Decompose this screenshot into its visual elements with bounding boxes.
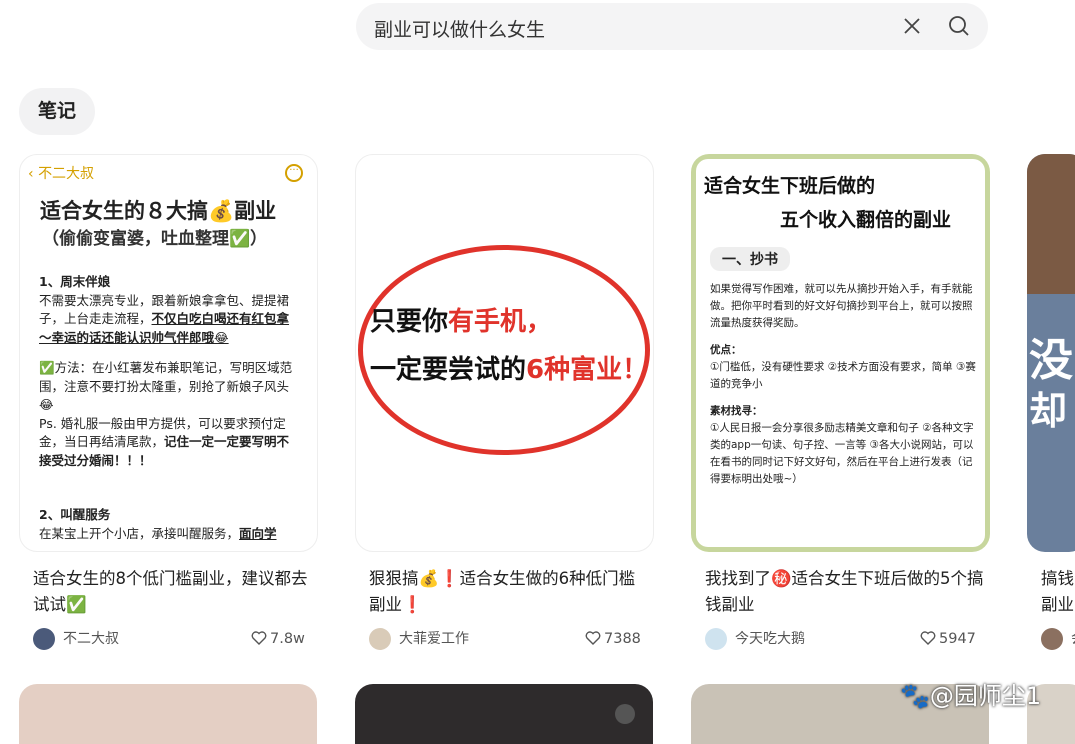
author-name: 大菲爱工作 — [399, 631, 469, 647]
heart-icon — [585, 631, 601, 645]
note-card-cover[interactable]: ‹ 不二大叔 ··· 适合女生的８大搞💰副业 （偷偷变富婆，吐血整理✅） 1、周… — [19, 154, 318, 552]
cover-heading: 适合女生的８大搞💰副业 — [40, 199, 277, 223]
avatar — [33, 628, 55, 650]
cover-emph: 面向学 — [239, 525, 277, 541]
watermark: 🐾@园师尘1 — [900, 682, 1042, 710]
like-value: 5947 — [939, 631, 976, 647]
cover-body: 1、周末伴娘 不需要太漂亮专业，跟着新娘拿拿包、提提裙子，上台走走流程，不仅白吃… — [39, 273, 301, 543]
cover-subheading: 五个收入翻倍的副业 — [780, 209, 952, 231]
section-title: 2、叫醒服务 — [39, 507, 111, 522]
cover-subheading: （偷偷变富婆，吐血整理✅） — [42, 229, 268, 249]
back-label: 不二大叔 — [38, 166, 95, 182]
avatar — [369, 628, 391, 650]
filter-tag-notes[interactable]: 笔记 — [19, 88, 95, 135]
section-title: 优点： — [710, 344, 742, 356]
close-icon[interactable] — [902, 16, 922, 36]
author[interactable]: 会 — [1041, 627, 1075, 651]
cover-line: 只要你有手机， — [370, 301, 552, 338]
cover-text: 在某宝上开个小店，承接叫醒服务， — [39, 525, 240, 541]
avatar — [705, 628, 727, 650]
note-title[interactable]: 搞钱副业 — [1041, 566, 1075, 618]
cover-body: 如果觉得写作困难，就可以先从摘抄开始入手，有手就能做。把你平时看到的好文好句摘抄… — [710, 281, 976, 494]
cover-emph: 6种富业！ — [526, 355, 649, 385]
author[interactable]: 不二大叔 — [33, 627, 119, 651]
avatar — [1041, 628, 1063, 650]
cover-text: ✅方法：在小红薯发布兼职笔记，写明区域范围，注意不要打扮太隆重，别抢了新娘子风头… — [39, 360, 293, 412]
heart-icon — [920, 631, 936, 645]
search-bar[interactable]: 副业可以做什么女生 — [356, 3, 988, 50]
cover-inner: 适合女生下班后做的 五个收入翻倍的副业 一、抄书 如果觉得写作困难，就可以先从摘… — [696, 159, 985, 547]
cover-text: 如果觉得写作困难，就可以先从摘抄开始入手，有手就能做。把你平时看到的好文好句摘抄… — [710, 283, 973, 329]
cover-text: ①人民日报一会分享很多励志精美文章和句子 ②各种文字类的app一句读、句子控、一… — [710, 422, 974, 485]
more-icon: ··· — [285, 164, 303, 182]
cover-text: ①门槛低，没有硬性要求 ②技术方面没有要求，简单 ③赛道的竞争小 — [710, 361, 976, 390]
note-title[interactable]: 狠狠搞💰❗适合女生做的6种低门槛副业❗ — [369, 566, 649, 618]
like-count[interactable]: 7.8w — [251, 627, 305, 651]
author-name: 会 — [1071, 631, 1075, 647]
cover-text: 却 — [1029, 389, 1068, 433]
note-card-cover[interactable] — [355, 684, 653, 744]
cover-text: 只要你 — [370, 307, 449, 337]
search-icon[interactable] — [948, 15, 970, 37]
cover-text: 没 — [1029, 335, 1073, 386]
section-label: 一、抄书 — [710, 247, 790, 271]
note-card-cover[interactable]: 适合女生下班后做的 五个收入翻倍的副业 一、抄书 如果觉得写作困难，就可以先从摘… — [691, 154, 990, 552]
note-title[interactable]: 适合女生的8个低门槛副业，建议都去试试✅ — [33, 566, 313, 618]
like-value: 7.8w — [270, 631, 305, 647]
cover-photo — [1027, 154, 1075, 294]
cover-text: 一定要尝试的 — [370, 355, 527, 385]
like-value: 7388 — [604, 631, 641, 647]
author[interactable]: 今天吃大鹅 — [705, 627, 805, 651]
play-icon[interactable] — [615, 704, 635, 724]
cover-emph: 有手机， — [448, 307, 553, 337]
section-title: 1、周末伴娘 — [39, 274, 111, 289]
author[interactable]: 大菲爱工作 — [369, 627, 469, 651]
author-name: 今天吃大鹅 — [735, 631, 805, 647]
heart-icon — [251, 631, 267, 645]
note-card-cover[interactable]: 没 却 — [1027, 154, 1075, 552]
note-title[interactable]: 我找到了㊙️适合女生下班后做的5个搞钱副业 — [705, 566, 985, 618]
cover-line: 一定要尝试的6种富业！ — [370, 349, 648, 386]
cover-heading: 适合女生下班后做的 — [704, 175, 876, 197]
back-link: ‹ 不二大叔 — [28, 166, 95, 182]
like-count[interactable]: 5947 — [920, 627, 976, 651]
section-title: 素材找寻： — [710, 405, 763, 417]
search-input[interactable]: 副业可以做什么女生 — [374, 15, 545, 42]
author-name: 不二大叔 — [63, 631, 119, 647]
like-count[interactable]: 7388 — [585, 627, 641, 651]
note-card-cover[interactable] — [19, 684, 317, 744]
note-card-cover[interactable]: 只要你有手机， 一定要尝试的6种富业！ — [355, 154, 654, 552]
